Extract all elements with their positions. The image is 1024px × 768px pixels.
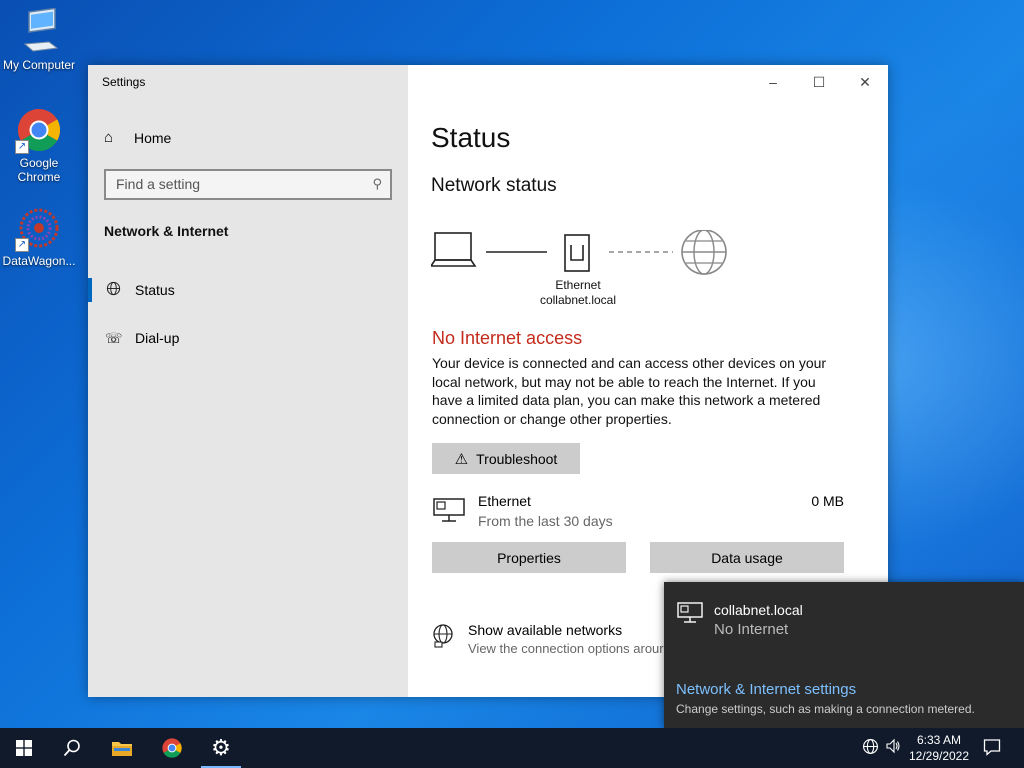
network-flyout: collabnet.local No Internet Network & In…: [664, 582, 1024, 728]
available-networks-subtitle: View the connection options arour: [468, 641, 664, 656]
sidebar-item-status[interactable]: Status: [88, 272, 408, 308]
search-icon: ⚲: [372, 176, 382, 191]
home-nav-item[interactable]: ⌂ Home: [104, 129, 171, 146]
network-settings-description: Change settings, such as making a connec…: [676, 702, 975, 716]
settings-taskbar-button[interactable]: ⚙: [197, 728, 245, 768]
search-icon: [63, 739, 80, 757]
desktop-icon-label: Google Chrome: [17, 156, 61, 184]
sidebar-item-dial-up[interactable]: ☏ Dial-up: [88, 320, 408, 356]
desktop-icon-datawagon[interactable]: ↗ DataWagon...: [0, 204, 78, 268]
ethernet-name: Ethernet: [478, 493, 531, 509]
chrome-icon: [162, 738, 182, 758]
flyout-network-status: No Internet: [714, 621, 789, 638]
page-title: Status: [431, 122, 511, 153]
datawagon-icon: ↗: [15, 204, 63, 252]
search-input[interactable]: Find a setting ⚲: [104, 169, 392, 200]
ethernet-icon: [564, 234, 590, 272]
properties-button[interactable]: Properties: [432, 542, 626, 573]
shortcut-arrow-icon: ↗: [15, 140, 29, 154]
network-globe-icon[interactable]: [862, 738, 879, 758]
chrome-taskbar-button[interactable]: [148, 728, 196, 768]
clock-time: 6:33 AM: [916, 733, 962, 747]
taskbar-clock[interactable]: 6:33 AM 12/29/2022: [904, 732, 974, 764]
network-settings-link[interactable]: Network & Internet settings: [676, 681, 856, 698]
home-icon: ⌂: [104, 129, 114, 146]
dialup-icon: ☏: [105, 329, 123, 346]
ethernet-adapter-icon: [432, 497, 466, 528]
adapter-name: Ethernet: [555, 278, 601, 292]
desktop-icon-google-chrome[interactable]: ↗ Google Chrome: [0, 106, 78, 184]
ethernet-usage-row: Ethernet From the last 30 days 0 MB: [432, 493, 844, 533]
network-status-heading: Network status: [431, 175, 557, 196]
desktop-icon-label: My Computer: [2, 58, 76, 72]
warning-icon: ⚠: [454, 450, 469, 468]
desktop-icon-label: DataWagon...: [2, 254, 76, 268]
notification-icon[interactable]: [983, 738, 1001, 759]
troubleshoot-button[interactable]: ⚠ Troubleshoot: [432, 443, 580, 474]
window-title: Settings: [102, 75, 146, 89]
connection-alert: No Internet access: [432, 328, 583, 348]
sidebar-item-label: Dial-up: [135, 330, 180, 346]
volume-icon[interactable]: [885, 738, 901, 757]
search-placeholder: Find a setting: [116, 176, 201, 192]
computer-icon: [15, 7, 63, 56]
folder-icon: [112, 742, 132, 756]
flyout-network-name[interactable]: collabnet.local: [714, 602, 803, 618]
home-label: Home: [134, 129, 172, 146]
gear-icon: ⚙: [211, 735, 231, 760]
network-name: collabnet.local: [539, 293, 617, 307]
windows-icon: [16, 740, 32, 756]
section-title: Network & Internet: [104, 223, 229, 239]
ethernet-usage: 0 MB: [811, 493, 844, 509]
start-button[interactable]: [0, 728, 48, 768]
file-explorer-button[interactable]: [98, 728, 146, 768]
ethernet-subtitle: From the last 30 days: [478, 513, 613, 529]
connection-description: Your device is connected and can access …: [432, 355, 827, 427]
clock-date: 12/29/2022: [908, 749, 970, 763]
globe-icon: [681, 230, 727, 275]
search-button[interactable]: [48, 728, 96, 768]
globe-icon: [105, 281, 121, 299]
sidebar-item-label: Status: [135, 282, 175, 298]
laptop-icon: [431, 232, 477, 267]
data-usage-button[interactable]: Data usage: [650, 542, 844, 573]
ethernet-network-icon: [676, 601, 704, 630]
chrome-icon: ↗: [15, 106, 63, 154]
globe-network-icon: [432, 624, 454, 653]
diagram-label: Ethernet collabnet.local: [528, 278, 628, 308]
desktop-icon-my-computer[interactable]: My Computer: [0, 7, 78, 72]
shortcut-arrow-icon: ↗: [15, 238, 29, 252]
available-networks-title: Show available networks: [468, 622, 623, 638]
troubleshoot-label: Troubleshoot: [476, 450, 558, 467]
settings-sidebar: Settings ⌂ Home Find a setting ⚲ Network…: [88, 65, 408, 697]
taskbar: ⚙ 6:33 AM 12/29/2022: [0, 728, 1024, 768]
